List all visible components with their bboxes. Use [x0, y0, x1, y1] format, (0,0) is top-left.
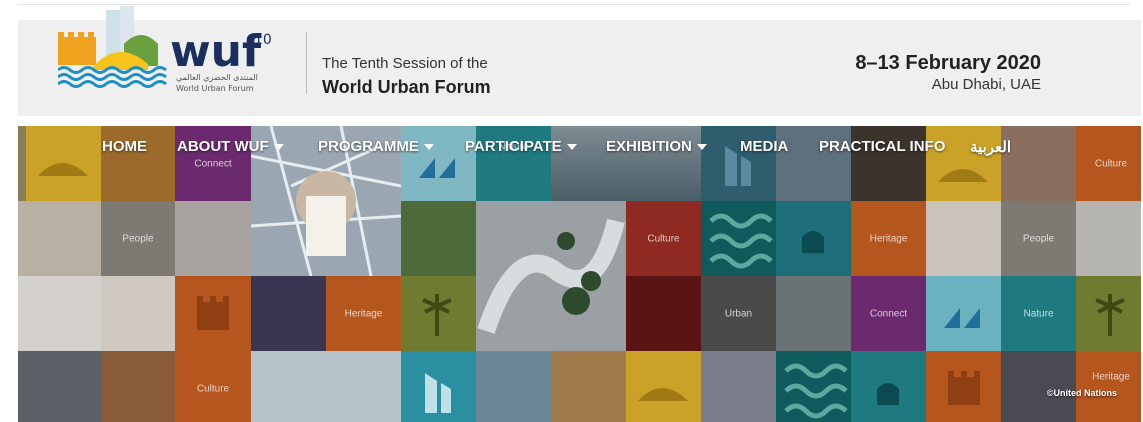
- logo-arabic-text: المنتدى الحضري العالمي: [176, 73, 258, 82]
- mosaic-tile: [401, 201, 476, 276]
- mosaic-tile: [175, 276, 251, 351]
- mosaic-tile-people: People: [101, 201, 175, 276]
- nav-arabic-language[interactable]: العربية: [970, 138, 1011, 156]
- logo-superscript: 10: [254, 32, 272, 48]
- mosaic-tile: [701, 201, 776, 276]
- mosaic-tile: [701, 351, 776, 422]
- mosaic-tile-urban: Urban: [701, 276, 776, 351]
- nav-about-wuf[interactable]: ABOUT WUF: [177, 138, 284, 155]
- tower-icon: [425, 373, 451, 413]
- tile-label: Connect: [869, 308, 908, 319]
- mosaic-tile: [776, 351, 851, 422]
- nav-practical-info[interactable]: PRACTICAL INFO: [819, 138, 945, 155]
- mosaic-tile: [101, 351, 175, 422]
- mosaic-tile: [926, 351, 1001, 422]
- logo-english-text: World Urban Forum: [176, 84, 254, 93]
- tile-label: Heritage: [344, 308, 383, 319]
- chevron-down-icon: [566, 144, 577, 151]
- nav-exhibition-label: EXHIBITION: [606, 138, 692, 155]
- mosaic-tile: [1076, 276, 1141, 351]
- tile-label: Nature: [1023, 308, 1054, 319]
- palm-tree-icon: [1095, 294, 1125, 336]
- mosaic-tile: [18, 351, 101, 422]
- palm-tree-icon: [422, 294, 452, 336]
- boat-icon: [944, 308, 980, 328]
- mosaic-tile: [626, 276, 701, 351]
- mosaic-tile: [551, 351, 626, 422]
- mosaic-tile-aerial: [476, 201, 626, 351]
- forum-title: World Urban Forum: [322, 77, 491, 97]
- chevron-down-icon: [273, 144, 284, 151]
- mosaic-tile: [926, 276, 1001, 351]
- mosaic-tile-people: People: [1001, 201, 1076, 276]
- wuf10-logo[interactable]: wuf 10 المنتدى الحضري العالمي World Urba…: [58, 4, 298, 114]
- dune-icon: [638, 388, 688, 401]
- dome-icon: [802, 231, 824, 253]
- nav-exhibition[interactable]: EXHIBITION: [606, 138, 707, 155]
- mosaic-tile: [251, 351, 401, 422]
- mosaic-tile: [776, 276, 851, 351]
- nav-media-label: MEDIA: [740, 138, 789, 155]
- tile-label: Culture: [196, 383, 230, 394]
- nav-about-wuf-label: ABOUT WUF: [177, 138, 269, 155]
- mosaic-tile: [101, 276, 175, 351]
- tile-label: Heritage: [869, 233, 908, 244]
- tile-label: Heritage: [1092, 371, 1130, 383]
- nav-practical-info-label: PRACTICAL INFO: [819, 138, 946, 155]
- tile-label: People: [122, 233, 154, 244]
- mosaic-tile: [18, 276, 101, 351]
- nav-arabic-language-label: العربية: [970, 139, 1011, 156]
- mosaic-tile: [926, 201, 1001, 276]
- chevron-down-icon: [423, 144, 434, 151]
- mosaic-tile: [1076, 201, 1141, 276]
- hero-mosaic-banner: Connect Nature Culture People Culture He…: [18, 126, 1141, 422]
- tile-label: Culture: [647, 233, 680, 244]
- fortress-icon: [948, 371, 980, 405]
- nav-programme[interactable]: PROGRAMME: [318, 138, 434, 155]
- mosaic-tile: [476, 351, 551, 422]
- header-divider: [306, 32, 307, 94]
- mosaic-tile: [776, 201, 851, 276]
- mosaic-tile: [18, 201, 101, 276]
- nav-media[interactable]: MEDIA: [740, 138, 788, 155]
- nav-home-label: HOME: [102, 138, 147, 155]
- mosaic-tile-culture: Culture: [626, 201, 701, 276]
- mosaic-tile-heritage: Heritage: [326, 276, 401, 351]
- mosaic-tile: [175, 201, 251, 276]
- nav-participate[interactable]: PARTICIPATE: [465, 138, 577, 155]
- mosaic-tile: [401, 276, 476, 351]
- event-dates: 8–13 February 2020: [855, 52, 1041, 74]
- mosaic-tile: [851, 351, 926, 422]
- mosaic-tile: [251, 276, 326, 351]
- chevron-down-icon: [696, 144, 707, 151]
- site-header: wuf 10 المنتدى الحضري العالمي World Urba…: [18, 6, 1141, 116]
- logo-wordmark: wuf: [170, 26, 262, 77]
- wave-pattern-icon: [784, 363, 848, 419]
- nav-participate-label: PARTICIPATE: [465, 138, 562, 155]
- nav-home[interactable]: HOME: [102, 138, 147, 155]
- dome-icon: [877, 383, 899, 405]
- fortress-icon: [197, 296, 229, 330]
- mosaic-tile-culture: Culture: [175, 351, 251, 422]
- event-location: Abu Dhabi, UAE: [931, 76, 1041, 93]
- mosaic-tile: [1001, 351, 1076, 422]
- mosaic-tile-dune: [626, 351, 701, 422]
- mosaic-tile-connect: Connect: [851, 276, 926, 351]
- wave-pattern-icon: [709, 213, 773, 269]
- mosaic-tile-heritage: Heritage: [1076, 351, 1141, 422]
- tile-label: Urban: [724, 308, 753, 319]
- photo-credit: ©United Nations: [1046, 388, 1117, 398]
- mosaic-tile-nature: Nature: [1001, 276, 1076, 351]
- main-navigation: HOME ABOUT WUF PROGRAMME PARTICIPATE EXH…: [18, 126, 1141, 166]
- mosaic-tile: [401, 351, 476, 422]
- tile-label: People: [1022, 233, 1055, 244]
- nav-programme-label: PROGRAMME: [318, 138, 419, 155]
- session-subtitle: The Tenth Session of the: [322, 55, 488, 72]
- mosaic-tile-heritage: Heritage: [851, 201, 926, 276]
- aerial-map-image: [477, 218, 625, 334]
